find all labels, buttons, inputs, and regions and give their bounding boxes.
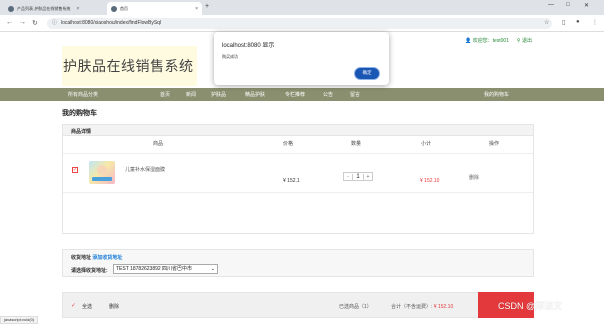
select-all-checkbox[interactable]: ✓ <box>71 302 76 309</box>
user-icon: 👤 <box>464 38 472 44</box>
cart-table: 商品详情 商品 价格 数量 小计 操作 ✓ 儿童补水保湿面膜 ¥ 152.1 -… <box>62 124 534 234</box>
cart-section-title: 商品详情 <box>63 125 533 136</box>
address-select-value: TEST 18782623892 四川省巴中市 <box>116 266 193 272</box>
nav-my-cart[interactable]: 我的购物车 <box>484 91 509 98</box>
dialog-ok-button[interactable]: 确定 <box>354 67 380 80</box>
info-icon[interactable]: ⓘ <box>52 18 57 29</box>
nav-skincare[interactable]: 护肤品 <box>211 91 226 98</box>
back-arrow-icon[interactable]: ← <box>6 19 13 26</box>
column-header-action: 操作 <box>489 141 500 147</box>
column-header-quantity: 数量 <box>351 141 362 147</box>
page-title: 我的购物车 <box>62 110 97 117</box>
total-value: ¥ 152.10 <box>433 304 454 310</box>
dialog-title: localhost:8080 显示 <box>222 43 275 49</box>
chevron-down-icon: ⌄ <box>210 266 215 272</box>
column-header-price: 价格 <box>283 141 294 147</box>
quantity-plus-button[interactable]: + <box>364 174 372 180</box>
nav-featured[interactable]: 专栏推荐 <box>285 91 305 98</box>
total-label: 合计（不含运费）: <box>391 304 433 310</box>
sidebar-icon[interactable]: ▯ <box>562 19 565 26</box>
browser-tab-products[interactable]: 产品列表-护肤品在线销售系统 × <box>4 2 104 15</box>
url-text: localhost:8080/xiaoshou/index/findFlowBy… <box>61 20 162 26</box>
item-subtotal: ¥ 152.10 <box>420 178 440 184</box>
menu-dots-icon[interactable]: ⋮ <box>592 19 598 26</box>
product-name-link[interactable]: 儿童补水保湿面膜 <box>125 166 165 173</box>
main-nav: 所有商品分类 首页 新闻 护肤品 精品护肤 专栏推荐 公告 留言 我的购物车 <box>0 88 604 101</box>
product-image-face <box>97 165 107 175</box>
cart-footer-bar: ✓ 全选 删除 已选商品（1） 合计（不含运费）: ¥ 152.10 <box>62 292 534 318</box>
csdn-watermark: CSDN @郑洁文 <box>498 301 563 311</box>
delete-item-link[interactable]: 删除 <box>469 174 479 181</box>
selected-count: 已选商品（1） <box>339 304 372 310</box>
item-checkbox[interactable]: ✓ <box>72 167 78 173</box>
quantity-stepper: - 1 + <box>343 172 373 181</box>
shipping-address-section: 收货地址 添加收货地址 请选择收货地址: TEST 18782623892 四川… <box>62 249 534 277</box>
select-all-label[interactable]: 全选 <box>82 303 92 310</box>
product-thumbnail[interactable] <box>89 161 115 184</box>
item-price: ¥ 152.1 <box>283 178 300 184</box>
profile-icon[interactable]: ● <box>576 19 580 25</box>
browser-tab-bar: 产品列表-护肤品在线销售系统 × 首页 × + — □ ✕ <box>0 0 604 15</box>
address-bar: ← → ↻ ⓘ localhost:8080/xiaoshou/index/fi… <box>0 15 604 32</box>
address-select[interactable]: TEST 18782623892 四川省巴中市 ⌄ <box>113 264 218 274</box>
close-tab-icon[interactable]: × <box>76 6 79 12</box>
tab-favicon-icon <box>8 5 14 12</box>
browser-tab-home[interactable]: 首页 × <box>107 2 202 15</box>
site-logo[interactable]: 护肤品在线销售系统 <box>62 46 197 86</box>
alert-dialog: localhost:8080 显示 购买成功 确定 <box>214 32 389 85</box>
welcome-user-link[interactable]: 👤 欢迎您：test001 <box>465 37 509 44</box>
nav-messages[interactable]: 留言 <box>350 91 360 98</box>
nav-premium-skincare[interactable]: 精品护肤 <box>245 91 265 98</box>
logout-text: 退出 <box>521 38 532 44</box>
total-line: 合计（不含运费）: ¥ 152.10 <box>391 303 453 310</box>
close-window-icon[interactable]: ✕ <box>584 2 589 9</box>
add-address-link[interactable]: 添加收货地址 <box>92 255 122 261</box>
product-image-band <box>92 177 112 181</box>
url-input[interactable]: ⓘ localhost:8080/xiaoshou/index/findFlow… <box>47 18 552 29</box>
browser-status-bar: javascript:void(0) <box>0 316 39 324</box>
pin-icon: ⚲ <box>516 38 521 44</box>
maximize-icon[interactable]: □ <box>566 2 570 8</box>
dialog-message: 购买成功 <box>222 54 238 59</box>
nav-home[interactable]: 首页 <box>160 91 170 98</box>
column-header-product: 商品 <box>153 141 164 147</box>
delete-selected-button[interactable]: 删除 <box>109 303 119 310</box>
quantity-input[interactable]: 1 <box>352 173 364 180</box>
nav-news[interactable]: 新闻 <box>186 91 196 98</box>
bookmark-star-icon[interactable]: ☆ <box>544 19 549 26</box>
tab-title: 首页 <box>120 5 128 11</box>
address-title: 收货地址 <box>71 255 92 261</box>
nav-announcements[interactable]: 公告 <box>323 91 333 98</box>
quantity-minus-button[interactable]: - <box>344 174 352 180</box>
address-title-line: 收货地址 添加收货地址 <box>71 254 122 261</box>
column-header-subtotal: 小计 <box>421 141 432 147</box>
close-tab-icon[interactable]: × <box>195 6 198 12</box>
forward-arrow-icon[interactable]: → <box>19 19 26 26</box>
minimize-icon[interactable]: — <box>548 2 554 8</box>
logout-link[interactable]: ⚲ 退出 <box>517 37 532 44</box>
tab-title: 产品列表-护肤品在线销售系统 <box>17 5 71 11</box>
tab-favicon-icon <box>111 5 117 12</box>
welcome-text: 欢迎您：test001 <box>472 38 509 44</box>
nav-all-categories[interactable]: 所有商品分类 <box>68 91 98 98</box>
new-tab-button[interactable]: + <box>205 3 209 10</box>
reload-icon[interactable]: ↻ <box>32 19 38 27</box>
cart-item-row: ✓ 儿童补水保湿面膜 ¥ 152.1 - 1 + ¥ 152.10 删除 <box>63 153 533 193</box>
address-select-label: 请选择收货地址: <box>71 268 108 274</box>
